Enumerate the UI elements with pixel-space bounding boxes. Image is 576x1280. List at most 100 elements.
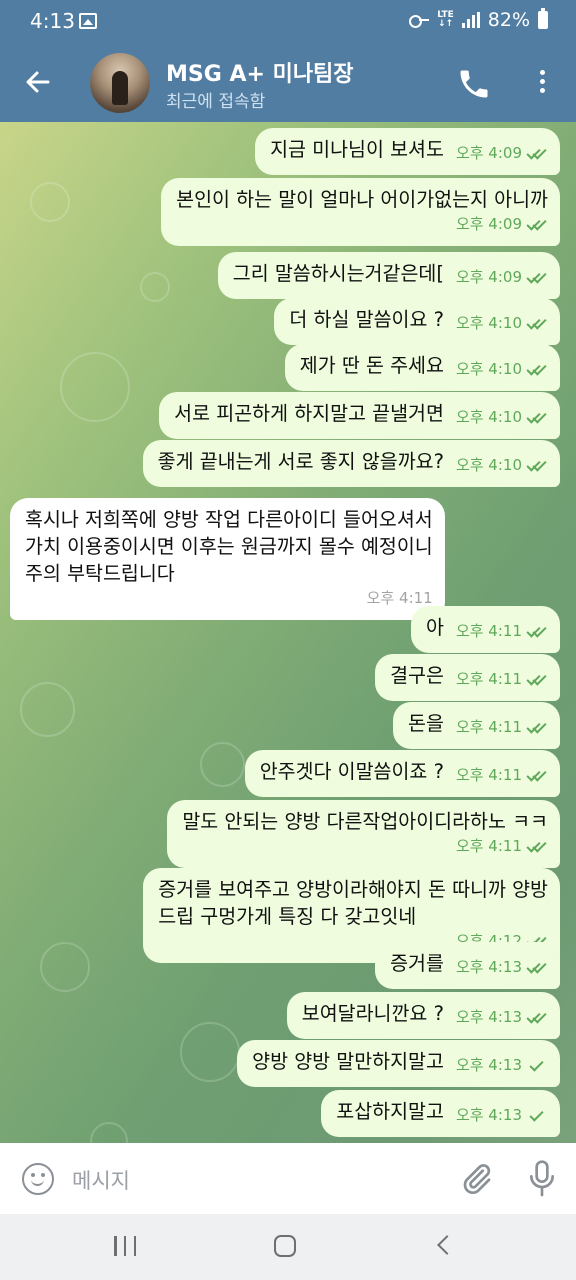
paperclip-icon[interactable] xyxy=(458,1161,494,1197)
gallery-notification-icon xyxy=(79,13,97,29)
read-checkmarks-icon xyxy=(526,841,548,853)
battery-icon xyxy=(538,8,548,29)
outgoing-message[interactable]: 제가 딴 돈 주세요 오후 4:10 xyxy=(284,344,560,391)
read-checkmarks-icon xyxy=(526,674,548,686)
message-meta: 오후 4:09 xyxy=(456,264,548,291)
message-text: 좋게 끝내는게 서로 좋지 않을까요? xyxy=(157,450,444,473)
outgoing-message[interactable]: 보여달라니깐요 ? 오후 4:13 xyxy=(286,992,560,1039)
message-time: 오후 4:10 xyxy=(455,314,522,332)
message-time: 오후 4:11 xyxy=(455,718,522,736)
incoming-message[interactable]: 혹시나 저희쪽에 양방 작업 다른아이디 들어오셔서가치 이용중이시면 이후는 … xyxy=(10,498,445,620)
message-list[interactable]: 지금 미나님이 보셔도 오후 4:09 본인이 하는 말이 얼마나 어이가없는지 아… xyxy=(0,122,576,1143)
message-time: 오후 4:13 xyxy=(455,1056,522,1074)
message-meta: 오후 4:11 xyxy=(456,618,548,645)
outgoing-message[interactable]: 좋게 끝내는게 서로 좋지 않을까요? 오후 4:10 xyxy=(142,440,560,487)
read-checkmarks-icon xyxy=(526,770,548,782)
message-text: 돈을 xyxy=(408,712,444,735)
message-text-line: 가치 이용중이시면 이후는 원금까지 몰수 예정이니 xyxy=(25,535,433,558)
message-time: 오후 4:11 xyxy=(455,622,522,640)
message-text: 더 하실 말씀이요 ? xyxy=(289,308,444,331)
message-time: 오후 4:09 xyxy=(455,144,522,162)
microphone-icon[interactable] xyxy=(526,1159,558,1199)
message-meta: 오후 4:11 xyxy=(25,585,433,612)
read-checkmarks-icon xyxy=(526,318,548,330)
message-text: 본인이 하는 말이 얼마나 어이가없는지 아니까 xyxy=(176,188,548,211)
composer-bar: 메시지 xyxy=(0,1143,576,1214)
sent-checkmark-icon xyxy=(526,1110,548,1122)
message-meta: 오후 4:11 xyxy=(456,762,548,789)
message-meta: 오후 4:11 xyxy=(456,714,548,741)
message-text: 안주겟다 이말씀이죠 ? xyxy=(259,760,444,783)
message-text: 양방 양방 말만하지말고 xyxy=(252,1050,444,1073)
message-time: 오후 4:11 xyxy=(455,766,522,784)
message-time: 오후 4:10 xyxy=(455,408,522,426)
battery-percent: 82% xyxy=(487,9,530,31)
message-text: 결구은 xyxy=(390,664,444,687)
message-time: 오후 4:13 xyxy=(455,1008,522,1026)
message-text-line: 증거를 보여주고 양방이라해야지 돈 따니까 양방 xyxy=(158,878,548,901)
chat-header: MSG A+ 미나팀장 최근에 접속함 xyxy=(0,44,576,122)
outgoing-message[interactable]: 안주겟다 이말씀이죠 ? 오후 4:11 xyxy=(244,750,560,797)
status-indicators: LTE ↓↑ 82% xyxy=(409,8,548,31)
message-meta: 오후 4:10 xyxy=(456,356,548,383)
message-meta: 오후 4:13 xyxy=(456,954,548,981)
message-text: 제가 딴 돈 주세요 xyxy=(299,354,444,377)
status-bar: 4:13 LTE ↓↑ 82% xyxy=(0,0,576,44)
message-meta: 오후 4:13 xyxy=(456,1052,548,1079)
outgoing-message[interactable]: 지금 미나님이 보셔도 오후 4:09 xyxy=(255,128,560,175)
message-text: 말도 안되는 양방 다른작업아이디라하노 ㅋㅋ xyxy=(182,810,548,833)
message-text: 증거를 xyxy=(390,952,444,975)
message-text: 보여달라니깐요 ? xyxy=(301,1002,444,1025)
message-meta: 오후 4:10 xyxy=(456,452,548,479)
outgoing-message[interactable]: 아 오후 4:11 xyxy=(410,606,560,653)
network-type: LTE ↓↑ xyxy=(437,10,454,29)
message-time: 오후 4:09 xyxy=(455,268,522,286)
read-checkmarks-icon xyxy=(526,148,548,160)
outgoing-message[interactable]: 그리 말씀하시는거같은데[ 오후 4:09 xyxy=(217,252,560,299)
read-checkmarks-icon xyxy=(526,219,548,231)
message-text: 지금 미나님이 보셔도 xyxy=(270,138,444,161)
message-text: 그리 말씀하시는거같은데[ xyxy=(232,262,444,285)
message-text: 아 xyxy=(425,616,444,639)
read-checkmarks-icon xyxy=(526,364,548,376)
outgoing-message[interactable]: 본인이 하는 말이 얼마나 어이가없는지 아니까오후 4:09 xyxy=(161,178,560,246)
status-time: 4:13 xyxy=(30,9,75,33)
nav-back-icon[interactable] xyxy=(437,1235,457,1255)
read-checkmarks-icon xyxy=(526,412,548,424)
message-text-line: 혹시나 저희쪽에 양방 작업 다른아이디 들어오셔서 xyxy=(25,508,433,531)
outgoing-message[interactable]: 결구은 오후 4:11 xyxy=(375,654,560,701)
outgoing-message[interactable]: 증거를 오후 4:13 xyxy=(375,942,560,989)
message-text: 포삽하지말고 xyxy=(336,1100,444,1123)
outgoing-message[interactable]: 돈을 오후 4:11 xyxy=(393,702,560,749)
message-meta: 오후 4:11 xyxy=(456,666,548,693)
message-meta: 오후 4:09 xyxy=(456,140,548,167)
emoji-icon[interactable] xyxy=(22,1163,54,1195)
phone-icon[interactable] xyxy=(456,66,492,102)
read-checkmarks-icon xyxy=(526,272,548,284)
outgoing-message[interactable]: 서로 피곤하게 하지말고 끝낼거면 오후 4:10 xyxy=(159,392,560,439)
read-checkmarks-icon xyxy=(526,962,548,974)
message-meta: 오후 4:09 xyxy=(176,211,548,238)
outgoing-message[interactable]: 말도 안되는 양방 다른작업아이디라하노 ㅋㅋ 오후 4:11 xyxy=(167,800,560,868)
message-meta: 오후 4:13 xyxy=(456,1004,548,1031)
home-icon[interactable] xyxy=(274,1235,296,1257)
network-type-label: LTE xyxy=(437,10,454,20)
back-arrow-icon[interactable] xyxy=(20,64,56,100)
message-time: 오후 4:09 xyxy=(455,215,522,233)
outgoing-message[interactable]: 양방 양방 말만하지말고 오후 4:13 xyxy=(237,1040,560,1087)
chat-title[interactable]: MSG A+ 미나팀장 xyxy=(166,56,354,88)
message-meta: 오후 4:10 xyxy=(456,310,548,337)
last-seen-status: 최근에 접속함 xyxy=(166,92,266,112)
message-time: 오후 4:10 xyxy=(455,456,522,474)
message-time: 오후 4:11 xyxy=(455,837,522,855)
message-meta: 오후 4:10 xyxy=(456,404,548,431)
message-meta: 오후 4:13 xyxy=(456,1102,548,1129)
avatar[interactable] xyxy=(90,53,150,113)
message-input[interactable]: 메시지 xyxy=(72,1165,130,1195)
more-options-icon[interactable] xyxy=(530,66,554,102)
recent-apps-icon[interactable] xyxy=(114,1236,136,1256)
read-checkmarks-icon xyxy=(526,460,548,472)
signal-icon xyxy=(461,12,480,28)
outgoing-message[interactable]: 포삽하지말고 오후 4:13 xyxy=(321,1090,560,1137)
outgoing-message[interactable]: 더 하실 말씀이요 ? 오후 4:10 xyxy=(274,298,560,345)
